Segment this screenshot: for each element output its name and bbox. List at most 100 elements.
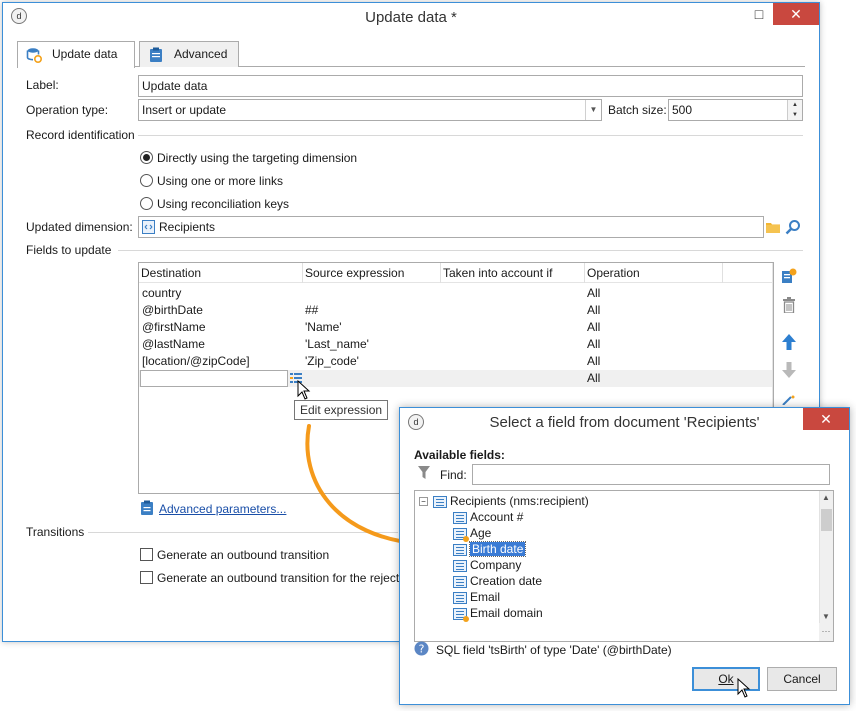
trash-icon[interactable] [782,297,796,313]
destination-cell: @firstName [142,320,206,334]
record-identification-heading: Record identification [26,128,135,142]
tree-item[interactable]: Email [453,589,500,605]
tree-item[interactable]: Creation date [453,573,542,589]
section-divider [118,250,803,251]
radio-links[interactable] [140,174,153,187]
table-row[interactable]: [location/@zipCode] 'Zip_code' All [139,353,773,370]
column-separator [302,263,303,283]
cancel-button-label: Cancel [783,672,821,686]
tree-item-label: Birth date [468,541,527,557]
radio-reconciliation-keys-label: Using reconciliation keys [157,197,290,211]
scroll-down-icon[interactable]: ▼ [822,612,830,621]
cancel-button[interactable]: Cancel [767,667,837,691]
table-row[interactable]: @birthDate ## All [139,302,773,319]
maximize-button[interactable]: □ [745,3,773,25]
updated-dimension-value: Recipients [159,220,216,234]
move-down-icon[interactable] [781,361,797,379]
close-button[interactable]: ✕ [773,3,819,25]
label-input[interactable]: Update data [138,75,803,97]
radio-reconciliation-keys[interactable] [140,197,153,210]
updated-dimension-label: Updated dimension: [26,220,133,234]
batch-size-value: 500 [672,103,693,117]
dialog-close-button[interactable]: ✕ [803,408,849,430]
move-up-icon[interactable] [781,333,797,351]
tree-item[interactable]: Account # [453,509,523,525]
destination-cell: [location/@zipCode] [142,354,250,368]
table-row[interactable]: @firstName 'Name' All [139,319,773,336]
tree-root[interactable]: − Recipients (nms:recipient) [419,493,589,509]
field-icon [453,511,467,524]
column-header[interactable]: Operation [587,266,640,280]
edit-expression-tooltip: Edit expression [294,400,389,420]
column-header[interactable]: Source expression [305,266,404,280]
svg-text:?: ? [419,643,425,656]
radio-targeting-dimension-label: Directly using the targeting dimension [157,151,358,165]
tree-item-label: Creation date [470,574,543,588]
fields-to-update-heading: Fields to update [26,243,112,257]
column-header[interactable]: Taken into account if [443,266,552,280]
tree-item[interactable]: Email domain [453,605,543,622]
reject-transition-label: Generate an outbound transition for the … [157,571,400,585]
section-divider [138,135,803,136]
calculated-field-icon [453,527,469,542]
select-field-dialog: d Select a field from document 'Recipien… [399,407,850,705]
folder-icon[interactable] [766,221,780,233]
scroll-thumb[interactable] [821,509,832,531]
tree-item[interactable]: Company [453,557,521,573]
add-field-icon[interactable] [781,268,797,284]
spin-up-icon[interactable]: ▲ [788,100,802,110]
updated-dimension-input[interactable]: Recipients [138,216,764,238]
available-fields-label: Available fields: [414,448,505,462]
column-header[interactable]: Destination [141,266,201,280]
chevron-down-icon[interactable]: ▼ [585,100,601,120]
tree-item-selected[interactable]: Birth date [453,541,527,557]
radio-links-label: Using one or more links [157,174,284,188]
spin-down-icon[interactable]: ▼ [788,110,802,120]
destination-cell: country [142,286,182,300]
tab-update-data[interactable]: Update data [17,41,135,68]
outbound-transition-checkbox[interactable] [140,548,153,561]
operation-type-value: Insert or update [142,103,227,117]
tab-update-data-label: Update data [52,47,118,61]
ok-button-label: Ok [718,672,734,686]
tree-item[interactable]: Age [453,525,491,542]
table-row[interactable]: country All [139,285,773,302]
table-row[interactable]: All [139,370,773,387]
mouse-cursor-icon [737,678,751,698]
magic-wand-icon[interactable] [781,395,797,405]
find-input[interactable] [472,464,830,485]
transitions-heading: Transitions [26,525,85,539]
advanced-parameters-link[interactable]: Advanced parameters... [159,502,286,516]
radio-targeting-dimension[interactable] [140,151,153,164]
tab-advanced-label: Advanced [174,47,228,61]
source-cell: 'Last_name' [305,337,369,351]
tree-scrollbar[interactable]: ▲ ▼ [819,491,833,623]
batch-size-input[interactable]: 500 ▲ ▼ [668,99,803,121]
clipboard-icon [150,47,162,62]
column-separator [722,263,723,283]
batch-size-spinner[interactable]: ▲ ▼ [787,100,802,120]
tree-item-label: Email [470,590,501,604]
help-icon: ? [414,641,429,656]
destination-cell: @lastName [142,337,205,351]
field-icon [453,543,467,556]
source-cell: 'Name' [305,320,342,334]
tab-advanced[interactable]: Advanced [139,41,239,67]
more-options-button[interactable]: ··· [819,623,833,641]
operation-type-select[interactable]: Insert or update ▼ [138,99,602,121]
search-icon[interactable] [785,219,801,235]
destination-edit-input[interactable] [140,370,288,387]
schema-icon [142,220,155,234]
operation-type-label: Operation type: [26,103,109,117]
reject-transition-checkbox[interactable] [140,571,153,584]
field-info-text: SQL field 'tsBirth' of type 'Date' (@bir… [436,643,672,657]
scroll-up-icon[interactable]: ▲ [822,493,830,502]
fields-tree[interactable]: − Recipients (nms:recipient) Account # Ag… [414,490,834,642]
table-row[interactable]: @lastName 'Last_name' All [139,336,773,353]
tree-root-label: Recipients (nms:recipient) [450,494,589,508]
grid-header: Destination Source expression Taken into… [139,263,773,283]
tree-item-label: Email domain [470,606,543,620]
filter-icon [418,466,430,479]
tree-item-label: Account # [470,510,524,524]
collapse-icon[interactable]: − [419,497,428,507]
